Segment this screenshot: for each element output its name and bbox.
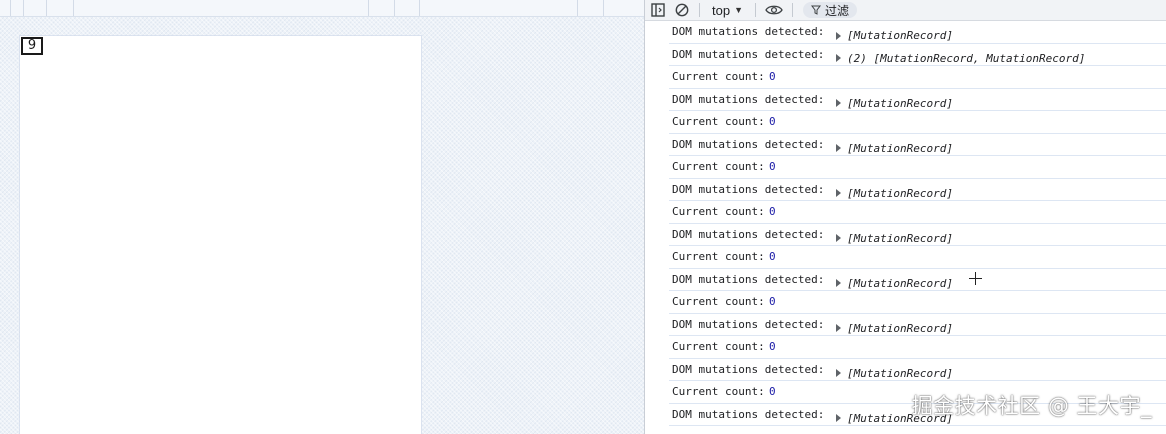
console-message-count: Current count: 0 <box>669 291 1166 314</box>
mutation-record-text: [MutationRecord] <box>847 186 953 200</box>
console-message-mutation: DOM mutations detected: [MutationRecord] <box>669 89 1166 111</box>
console-message-text: DOM mutations detected: <box>672 407 825 421</box>
console-toolbar: top ▼ 过滤 <box>645 0 1166 21</box>
mutation-record-text: (2) [MutationRecord, MutationRecord] <box>847 51 1086 65</box>
console-message-text: Current count: <box>672 250 765 263</box>
expand-triangle-icon[interactable] <box>836 369 841 377</box>
mutation-record-text: [MutationRecord] <box>847 96 953 110</box>
mutation-record-expander[interactable]: [MutationRecord] <box>836 97 953 110</box>
sidebar-toggle-icon[interactable] <box>645 0 671 20</box>
console-message-text: DOM mutations detected: <box>672 25 825 38</box>
console-message-text: DOM mutations detected: <box>672 47 825 61</box>
count-value: 0 <box>769 385 776 398</box>
expand-triangle-icon[interactable] <box>836 324 841 332</box>
console-message-mutation: DOM mutations detected: [MutationRecord] <box>669 359 1166 381</box>
console-message-count: Current count: 0 <box>669 246 1166 269</box>
console-message-text: DOM mutations detected: <box>672 362 825 376</box>
context-selector[interactable]: top ▼ <box>706 0 749 20</box>
context-label: top <box>712 2 731 18</box>
crosshair-cursor-icon <box>969 271 982 285</box>
mutation-record-expander[interactable]: [MutationRecord] <box>836 142 953 155</box>
clear-console-icon[interactable] <box>671 0 693 20</box>
console-message-mutation: DOM mutations detected: [MutationRecord] <box>669 269 1166 291</box>
eye-icon[interactable] <box>762 0 786 20</box>
console-log: DOM mutations detected: [MutationRecord] D… <box>645 21 1166 434</box>
expand-triangle-icon[interactable] <box>836 144 841 152</box>
filter-label: 过滤 <box>825 3 850 18</box>
console-message-text: Current count: <box>672 160 765 173</box>
counter-display: 9 <box>21 37 43 55</box>
expand-triangle-icon[interactable] <box>836 279 841 287</box>
count-value: 0 <box>769 205 776 218</box>
expand-triangle-icon[interactable] <box>836 234 841 242</box>
console-message-text: Current count: <box>672 295 765 308</box>
console-message-count: Current count: 0 <box>669 201 1166 224</box>
expand-triangle-icon[interactable] <box>836 189 841 197</box>
expand-triangle-icon[interactable] <box>836 414 841 422</box>
console-message-text: DOM mutations detected: <box>672 92 825 106</box>
console-message-text: Current count: <box>672 205 765 218</box>
mutation-record-expander[interactable]: [MutationRecord] <box>836 367 953 380</box>
count-value: 0 <box>769 160 776 173</box>
mutation-record-text: [MutationRecord] <box>847 29 953 42</box>
console-message-count: Current count: 0 <box>669 336 1166 359</box>
console-message-text: DOM mutations detected: <box>672 317 825 331</box>
console-message-count: Current count: 0 <box>669 156 1166 179</box>
mutation-record-expander[interactable]: (2) [MutationRecord, MutationRecord] <box>836 52 1085 65</box>
mutation-record-expander[interactable]: [MutationRecord] <box>836 187 953 200</box>
mutation-record-text: [MutationRecord] <box>847 231 953 245</box>
count-value: 0 <box>769 250 776 263</box>
count-value: 0 <box>769 70 776 83</box>
console-message-count: Current count: 0 <box>669 111 1166 134</box>
mutation-record-expander[interactable]: [MutationRecord] <box>836 232 953 245</box>
watermark: 掘金技术社区 @ 王大宇_ <box>911 394 1152 418</box>
count-value: 0 <box>769 295 776 308</box>
console-message-text: DOM mutations detected: <box>672 272 825 286</box>
mutation-record-text: [MutationRecord] <box>847 366 953 380</box>
console-message-text: DOM mutations detected: <box>672 182 825 196</box>
page-preview: 9 <box>0 0 644 434</box>
console-message-text: Current count: <box>672 385 765 398</box>
console-message-mutation: DOM mutations detected: [MutationRecord] <box>669 21 1166 44</box>
mutation-record-expander[interactable]: [MutationRecord] <box>836 322 953 335</box>
expand-triangle-icon[interactable] <box>836 54 841 62</box>
console-message-text: DOM mutations detected: <box>672 137 825 151</box>
filter-icon <box>811 5 821 15</box>
console-message-mutation: DOM mutations detected: [MutationRecord] <box>669 314 1166 336</box>
devtools-panel: top ▼ 过滤 DOM mutations detected: [Mutatio… <box>644 0 1166 434</box>
console-message-count: Current count: 0 <box>669 66 1166 89</box>
page-viewport: 9 <box>20 36 421 434</box>
expand-triangle-icon[interactable] <box>836 99 841 107</box>
console-message-mutation: DOM mutations detected: [MutationRecord] <box>669 224 1166 246</box>
console-message-mutation: DOM mutations detected: [MutationRecord] <box>669 134 1166 156</box>
mutation-record-expander[interactable]: [MutationRecord] <box>836 277 953 290</box>
expand-triangle-icon[interactable] <box>836 31 841 40</box>
count-value: 0 <box>769 115 776 128</box>
caret-down-icon: ▼ <box>734 5 743 15</box>
filter-input[interactable]: 过滤 <box>803 2 858 18</box>
console-message-text: Current count: <box>672 340 765 353</box>
console-message-text: DOM mutations detected: <box>672 227 825 241</box>
console-message-mutation: DOM mutations detected: (2) [MutationReco… <box>669 44 1166 66</box>
console-message-text: Current count: <box>672 115 765 128</box>
count-value: 0 <box>769 340 776 353</box>
mutation-record-text: [MutationRecord] <box>847 141 953 155</box>
console-message-mutation: DOM mutations detected: [MutationRecord] <box>669 179 1166 201</box>
mutation-record-text: [MutationRecord] <box>847 276 953 290</box>
mutation-record-text: [MutationRecord] <box>847 321 953 335</box>
console-message-text: Current count: <box>672 70 765 83</box>
ruler <box>0 0 644 17</box>
mutation-record-expander[interactable]: [MutationRecord] <box>836 29 953 42</box>
